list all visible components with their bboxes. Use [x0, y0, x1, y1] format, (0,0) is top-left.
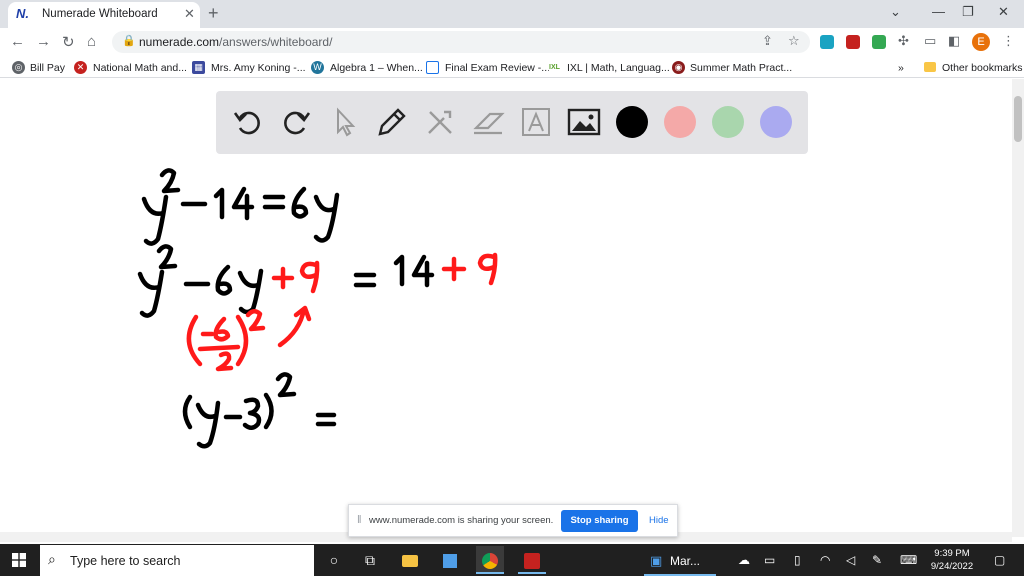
scrollbar-thumb[interactable]	[1014, 96, 1022, 142]
task-view-icon[interactable]: ⧉	[356, 546, 384, 574]
taskbar-app-mar[interactable]: ▣ Mar...	[644, 546, 716, 576]
tab-title: Numerade Whiteboard	[42, 8, 158, 20]
share-icon[interactable]: ⇪	[762, 33, 773, 49]
new-tab-button[interactable]: +	[208, 3, 219, 24]
close-window-button[interactable]: ✕	[998, 4, 1009, 20]
ixl-icon: IXL	[548, 61, 561, 74]
doc-icon	[426, 61, 439, 74]
taskbar-search-box[interactable]: ⌕ Type here to search	[40, 545, 314, 576]
tools-icon: ✕	[74, 61, 87, 74]
app-label: Mar...	[670, 554, 700, 568]
bookmark-algebra-1[interactable]: Algebra 1 – When...	[330, 62, 423, 74]
globe-icon: ◉	[672, 61, 685, 74]
extensions-puzzle-icon[interactable]: ✣	[898, 33, 909, 49]
bookmark-summer-math[interactable]: Summer Math Pract...	[690, 62, 792, 74]
bookmark-final-exam[interactable]: Final Exam Review -...	[445, 62, 550, 74]
hide-button[interactable]: Hide	[649, 515, 669, 526]
keyboard-icon[interactable]: ⌨	[900, 553, 917, 567]
file-explorer-icon[interactable]	[396, 546, 424, 574]
windows-start-icon[interactable]	[12, 553, 26, 567]
reload-button[interactable]: ↻	[62, 33, 75, 51]
folder-icon	[924, 62, 936, 72]
app-window-icon: ▣	[650, 553, 662, 569]
calendar-icon: ▦	[192, 61, 205, 74]
cast-icon[interactable]: ▭	[924, 33, 936, 49]
bookmark-national-math[interactable]: National Math and...	[93, 62, 187, 74]
forward-button[interactable]: →	[36, 33, 51, 50]
volume-icon[interactable]: ◁	[846, 553, 855, 567]
lock-icon[interactable]: 🔒	[122, 34, 136, 47]
drag-handle-icon[interactable]: ‖	[357, 514, 362, 526]
onedrive-icon[interactable]: ☁	[738, 553, 750, 567]
wifi-icon[interactable]: ◠	[820, 553, 830, 567]
red-plus-nine-right	[444, 255, 495, 283]
other-bookmarks[interactable]: Other bookmarks	[942, 62, 1023, 74]
chrome-taskbar-icon[interactable]	[476, 546, 504, 574]
notification-icon[interactable]: ▢	[994, 553, 1005, 567]
red-plus-nine-left	[274, 263, 317, 291]
profile-avatar[interactable]: E	[972, 33, 990, 51]
url-text: numerade.com/answers/whiteboard/	[139, 35, 332, 49]
equation-line-2	[140, 246, 432, 315]
home-button[interactable]: ⌂	[87, 33, 96, 50]
tab-numerade-whiteboard[interactable]: N. Numerade Whiteboard ✕	[8, 2, 200, 28]
tab-search-icon[interactable]: ⌄	[890, 4, 901, 20]
microsoft-store-icon[interactable]	[436, 546, 464, 574]
bookmark-ixl[interactable]: IXL | Math, Languag...	[567, 62, 670, 74]
side-panel-icon[interactable]: ◧	[948, 33, 960, 49]
clock-date: 9/24/2022	[928, 560, 976, 573]
address-bar[interactable]: 🔒 numerade.com/answers/whiteboard/	[112, 31, 810, 53]
bookmark-amy-koning[interactable]: Mrs. Amy Koning -...	[211, 62, 306, 74]
acrobat-icon[interactable]	[518, 546, 546, 574]
globe-icon: ◎	[12, 61, 25, 74]
menu-icon[interactable]: ⋮	[1002, 33, 1015, 49]
bookmark-bill-pay[interactable]: Bill Pay	[30, 62, 65, 74]
tab-close-icon[interactable]: ✕	[184, 6, 195, 22]
back-button[interactable]: ←	[10, 33, 25, 50]
equation-line-4	[185, 374, 334, 446]
equation-line-1	[144, 170, 337, 243]
stop-sharing-button[interactable]: Stop sharing	[561, 510, 638, 532]
sharing-message: www.numerade.com is sharing your screen.	[369, 515, 553, 526]
bookmarks-overflow-button[interactable]: »	[898, 62, 904, 74]
extension-pdf-icon[interactable]	[846, 35, 860, 49]
wordpress-icon: W	[311, 61, 324, 74]
restore-button[interactable]: ❐	[962, 4, 974, 20]
search-placeholder: Type here to search	[70, 554, 180, 568]
search-icon: ⌕	[48, 551, 56, 568]
cortana-icon[interactable]: ○	[320, 546, 348, 574]
vertical-scrollbar[interactable]	[1012, 79, 1024, 537]
network-icon[interactable]: ▭	[764, 553, 775, 567]
minimize-button[interactable]: —	[932, 4, 945, 19]
bookmark-star-icon[interactable]: ☆	[788, 33, 800, 49]
system-clock[interactable]: 9:39 PM 9/24/2022	[928, 547, 976, 573]
clock-time: 9:39 PM	[928, 547, 976, 560]
red-half-squared-work	[189, 308, 309, 369]
extension-green-icon[interactable]	[872, 35, 886, 49]
battery-icon[interactable]: ▯	[794, 553, 801, 567]
numerade-logo-icon: N.	[16, 6, 29, 21]
pen-workspace-icon[interactable]: ✎	[872, 553, 882, 567]
extension-screencast-icon[interactable]	[820, 35, 834, 49]
screen-sharing-bar: ‖ www.numerade.com is sharing your scree…	[348, 504, 678, 537]
handwritten-work	[0, 79, 1012, 532]
